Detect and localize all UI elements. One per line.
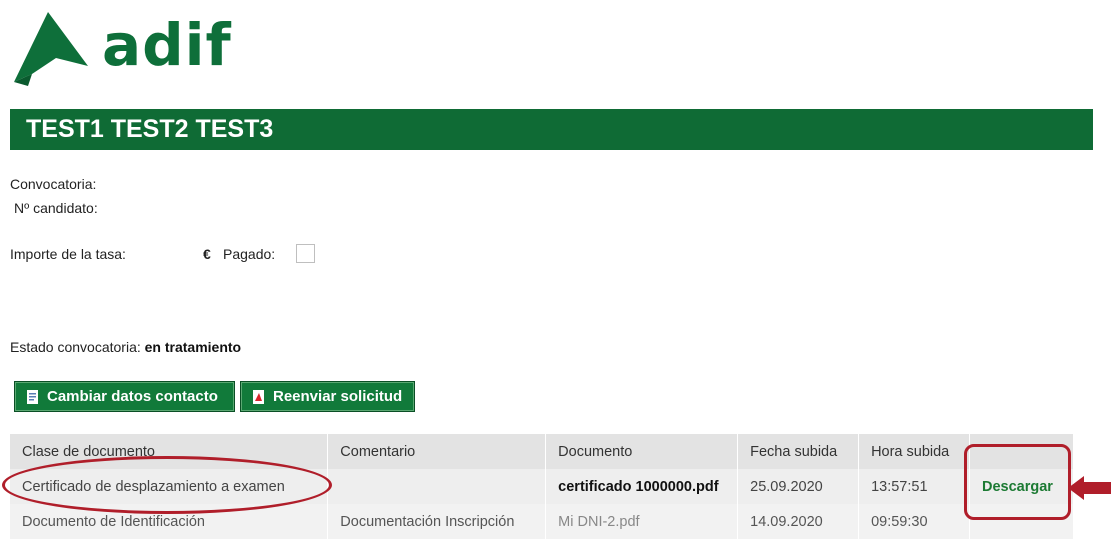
estado-value: en tratamiento (144, 339, 242, 355)
annotation-oval (2, 456, 332, 514)
pagado-label: Pagado: (223, 246, 276, 262)
cell-comentario: Documentación Inscripción (327, 504, 547, 539)
estado-label: Estado convocatoria: (10, 339, 141, 355)
currency-symbol: € (203, 246, 211, 262)
contact-edit-icon (27, 389, 38, 404)
estado-convocatoria: Estado convocatoria: en tratamiento (10, 339, 241, 355)
cambiar-datos-contacto-label: Cambiar datos contacto (47, 388, 218, 405)
logo-wordmark: adif (102, 11, 232, 79)
annotation-box (964, 444, 1071, 520)
importe-label: Importe de la tasa: (10, 246, 126, 262)
cell-hora: 09:59:30 (858, 504, 970, 539)
column-header-fecha[interactable]: Fecha subida (737, 434, 860, 469)
annotation-arrow-left-icon (1068, 476, 1111, 500)
column-header-documento[interactable]: Documento (545, 434, 739, 469)
adif-logo: adif (10, 8, 260, 88)
column-header-hora[interactable]: Hora subida (858, 434, 970, 469)
cell-documento-link[interactable]: certificado 1000000.pdf (545, 469, 739, 504)
reenviar-solicitud-button[interactable]: Reenviar solicitud (240, 381, 415, 412)
pagado-checkbox[interactable] (296, 244, 315, 263)
cell-documento: Mi DNI-2.pdf (545, 504, 739, 539)
cell-fecha: 25.09.2020 (737, 469, 860, 504)
convocatoria-label: Convocatoria: (10, 176, 97, 192)
cell-fecha: 14.09.2020 (737, 504, 860, 539)
page-title-banner: TEST1 TEST2 TEST3 (10, 109, 1093, 150)
column-header-comentario[interactable]: Comentario (327, 434, 547, 469)
adif-logo-mark-icon (14, 12, 88, 86)
cambiar-datos-contacto-button[interactable]: Cambiar datos contacto (14, 381, 235, 412)
candidato-label: Nº candidato: (14, 200, 98, 216)
cell-hora: 13:57:51 (858, 469, 970, 504)
reenviar-solicitud-label: Reenviar solicitud (273, 388, 403, 405)
cell-comentario (327, 469, 547, 504)
page-title: TEST1 TEST2 TEST3 (26, 115, 274, 143)
pdf-document-icon (253, 389, 264, 404)
